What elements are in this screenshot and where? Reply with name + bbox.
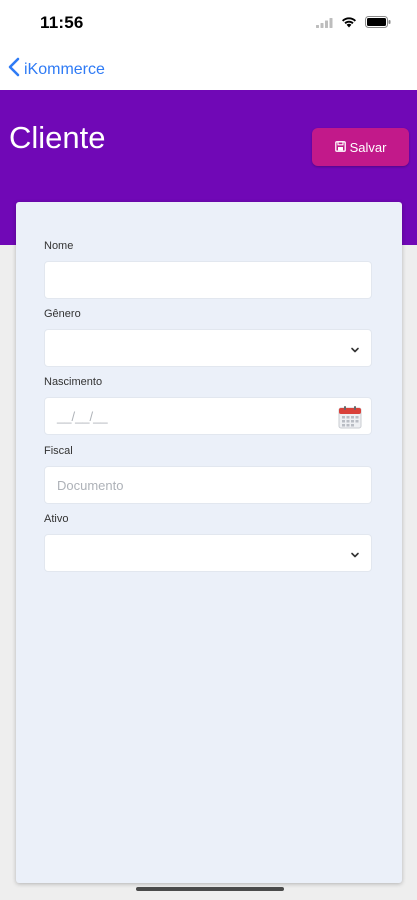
back-button[interactable]: iKommerce [8,57,105,82]
fiscal-label: Fiscal [44,445,73,457]
client-form-card: Nome Gênero Nascimento __/__/__ Fiscal D… [16,202,402,883]
ativo-label: Ativo [44,513,69,525]
wifi-icon [341,15,357,33]
nascimento-date-input[interactable]: __/__/__ [44,397,372,435]
calendar-icon[interactable] [338,405,362,434]
save-button[interactable]: Salvar [312,128,409,166]
ativo-select[interactable] [44,534,372,572]
chevron-down-icon [350,342,360,360]
nome-input[interactable] [44,261,372,299]
battery-icon [365,15,391,33]
status-bar: 11:56 [0,0,417,48]
page-title: Cliente [9,120,106,155]
chevron-left-icon [8,57,20,82]
back-label: iKommerce [24,60,105,78]
fiscal-document-input[interactable]: Documento [44,466,372,504]
fiscal-placeholder: Documento [57,478,124,493]
status-icons [316,15,391,33]
nascimento-placeholder: __/__/__ [57,409,108,424]
home-indicator[interactable] [136,887,284,891]
navigation-bar: iKommerce [0,48,417,90]
chevron-down-icon [350,547,360,565]
save-icon [334,140,346,155]
status-time: 11:56 [40,13,84,32]
signal-icon [316,15,333,33]
save-button-label: Salvar [349,139,387,155]
nascimento-label: Nascimento [44,376,103,388]
genero-select[interactable] [44,329,372,367]
genero-label: Gênero [44,308,81,320]
nome-label: Nome [44,240,74,252]
